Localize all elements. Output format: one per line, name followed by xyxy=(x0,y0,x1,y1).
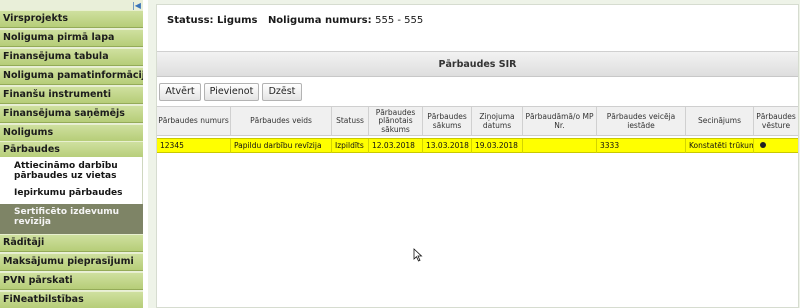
cell-report-date: 19.03.2018 xyxy=(472,139,523,153)
main-area: Statuss: Ligums Noliguma numurs: 555 - 5… xyxy=(148,0,800,308)
sidebar-item-noliguma-pirma-lapa[interactable]: Noliguma pirmā lapa xyxy=(0,29,143,47)
submenu-item-iepirkumu-parbaudes[interactable]: Iepirkumu pārbaudes xyxy=(14,188,140,198)
cell-institution: 3333 xyxy=(597,139,686,153)
sidebar-item-raditaji[interactable]: Rādītāji xyxy=(0,234,143,252)
sidebar-item-fineatbilstibas[interactable]: FiNeatbilstības xyxy=(0,291,143,308)
table-row[interactable]: 12345 Papildu darbību revīzija Izpildīts… xyxy=(157,138,798,153)
delete-button[interactable]: Dzēst xyxy=(262,83,302,101)
cell-planned-start: 12.03.2018 xyxy=(369,139,423,153)
cell-number: 12345 xyxy=(157,139,231,153)
history-icon[interactable] xyxy=(760,142,766,148)
column-header-history[interactable]: Pārbaudes vēsture xyxy=(754,107,798,136)
sidebar-item-label: Finanšu instrumenti xyxy=(3,89,111,100)
contract-number-label: Noliguma numurs: xyxy=(267,15,372,26)
submenu-item-sertificeto-izdevumu-revizija[interactable]: Sertificēto izdevumu revīzija xyxy=(14,207,140,227)
column-header-mp-nr[interactable]: Pārbaudāmā/o MP Nr. xyxy=(523,107,597,136)
column-header-report-date[interactable]: Ziņojuma datums xyxy=(472,107,523,136)
column-header-number[interactable]: Pārbaudes numurs xyxy=(157,107,231,136)
content-panel: Statuss: Ligums Noliguma numurs: 555 - 5… xyxy=(156,4,799,308)
cell-status: Izpildīts xyxy=(332,139,369,153)
sidebar-item-label: Noligums xyxy=(3,127,54,138)
submenu-item-attiecinamo-darbibu-parbaudes[interactable]: Attiecināmo darbību pārbaudes uz vietas xyxy=(14,161,140,181)
sidebar-item-label: Noliguma pirmā lapa xyxy=(3,32,115,43)
section-title: Pārbaudes SIR xyxy=(157,51,798,77)
cell-mp-nr xyxy=(523,139,597,153)
sidebar-item-label: Pārbaudes xyxy=(3,144,60,155)
cell-history xyxy=(754,139,798,153)
contract-number-value: 555 xyxy=(375,15,395,26)
sidebar-item-label: FiNeatbilstības xyxy=(3,294,84,305)
sidebar: |◀ Virsprojekts Noliguma pirmā lapa Fina… xyxy=(0,0,143,308)
sidebar-item-label: Finansējuma saņēmējs xyxy=(3,108,125,119)
cell-start: 13.03.2018 xyxy=(423,139,472,153)
status-label: Statuss: xyxy=(167,15,214,26)
sidebar-item-pvn-parskati[interactable]: PVN pārskati xyxy=(0,272,143,290)
cell-conclusion: Konstatēti trūkumi xyxy=(686,139,754,153)
open-button[interactable]: Atvērt xyxy=(159,83,201,101)
status-line: Statuss: Ligums Noliguma numurs: 555 - 5… xyxy=(167,15,423,26)
mouse-pointer-icon xyxy=(413,248,423,262)
table-header: Pārbaudes numurs Pārbaudes veids Statuss… xyxy=(157,106,798,136)
contract-number-separator: - xyxy=(394,15,405,26)
parbaudes-submenu: Attiecināmo darbību pārbaudes uz vietas … xyxy=(0,157,143,234)
sidebar-item-finansejuma-tabula[interactable]: Finansējuma tabula xyxy=(0,48,143,66)
sidebar-item-maksajumu-pieprasijumi[interactable]: Maksājumu pieprasījumi xyxy=(0,253,143,271)
sidebar-item-finansejuma-sanemejs[interactable]: Finansējuma saņēmējs xyxy=(0,105,143,123)
sidebar-item-label: Maksājumu pieprasījumi xyxy=(3,256,134,267)
sidebar-item-label: PVN pārskati xyxy=(3,275,73,286)
column-header-start[interactable]: Pārbaudes sākums xyxy=(423,107,472,136)
sidebar-item-label: Virsprojekts xyxy=(3,13,69,24)
column-header-type[interactable]: Pārbaudes veids xyxy=(231,107,332,136)
column-header-planned-start[interactable]: Pārbaudes plānotais sākums xyxy=(369,107,423,136)
sidebar-item-label: Noliguma pamatinformācija xyxy=(3,70,143,81)
sidebar-item-noliguma-pamatinformacija[interactable]: Noliguma pamatinformācija xyxy=(0,67,143,85)
contract-number-suffix: 555 xyxy=(404,15,424,26)
status-value: Ligums xyxy=(217,15,258,26)
sidebar-item-virsprojekts[interactable]: Virsprojekts xyxy=(0,10,143,28)
column-header-conclusion[interactable]: Secinājums xyxy=(686,107,754,136)
cell-type: Papildu darbību revīzija xyxy=(231,139,332,153)
add-button[interactable]: Pievienot xyxy=(204,83,259,101)
submenu-item-active: Sertificēto izdevumu revīzija xyxy=(0,204,143,234)
collapse-sidebar-icon[interactable]: |◀ xyxy=(132,1,141,10)
sidebar-item-noligums[interactable]: Noligums xyxy=(0,124,143,142)
sidebar-item-label: Rādītāji xyxy=(3,237,45,248)
column-header-status[interactable]: Statuss xyxy=(332,107,369,136)
sidebar-item-finansu-instrumenti[interactable]: Finanšu instrumenti xyxy=(0,86,143,104)
column-header-institution[interactable]: Pārbaudes veicēja iestāde xyxy=(597,107,686,136)
sidebar-item-label: Finansējuma tabula xyxy=(3,51,109,62)
